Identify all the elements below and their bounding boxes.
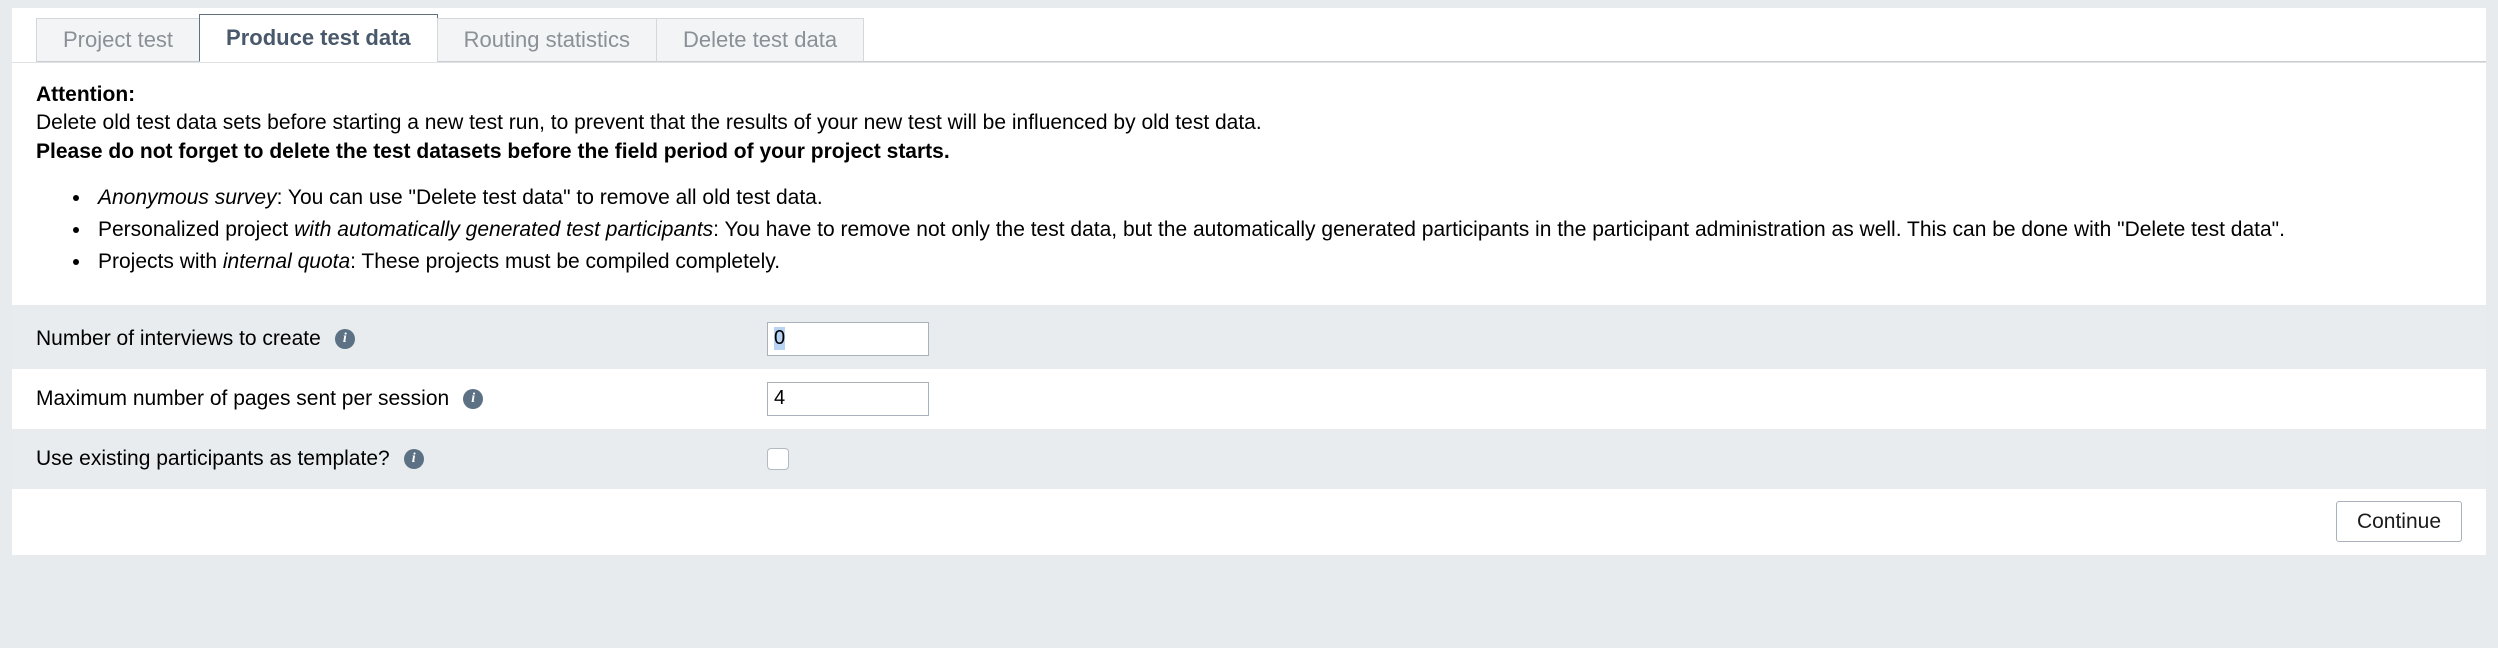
attention-bullet-list: Anonymous survey: You can use "Delete te… (36, 183, 2462, 276)
tab-produce-test-data[interactable]: Produce test data (199, 14, 438, 62)
attention-bullet-3: Projects with internal quota: These proj… (92, 247, 2462, 277)
label-use-existing-participants: Use existing participants as template? (36, 446, 390, 470)
form-row-control (767, 381, 929, 416)
form-row-label-wrapper: Number of interviews to create i (12, 327, 767, 351)
tabstrip-container: Project test Produce test data Routing s… (12, 8, 2486, 62)
info-icon[interactable]: i (334, 328, 355, 349)
tabstrip: Project test Produce test data Routing s… (12, 8, 2486, 62)
form-row-label-wrapper: Maximum number of pages sent per session… (12, 387, 767, 411)
form-row-control (767, 447, 789, 470)
label-max-pages-per-session: Maximum number of pages sent per session (36, 386, 450, 410)
use-existing-participants-checkbox[interactable] (767, 447, 789, 470)
label-number-of-interviews: Number of interviews to create (36, 326, 321, 350)
attention-bullet-2: Personalized project with automatically … (92, 215, 2462, 245)
footer-bar: Continue (12, 488, 2486, 555)
form-row-max-pages-per-session: Maximum number of pages sent per session… (12, 368, 2486, 429)
attention-heading: Attention: (36, 83, 136, 106)
tab-project-test[interactable]: Project test (36, 18, 201, 62)
info-icon[interactable]: i (403, 448, 424, 469)
form-row-label-wrapper: Use existing participants as template? i (12, 447, 767, 471)
max-pages-per-session-input[interactable] (767, 381, 929, 416)
tab-delete-test-data[interactable]: Delete test data (655, 18, 865, 62)
info-icon[interactable]: i (463, 388, 484, 409)
form-section: Number of interviews to create i Maximum… (12, 308, 2486, 489)
tab-routing-statistics[interactable]: Routing statistics (436, 18, 657, 62)
attention-line-2: Please do not forget to delete the test … (36, 140, 950, 164)
continue-button[interactable]: Continue (2335, 501, 2462, 543)
attention-bullet-1: Anonymous survey: You can use "Delete te… (92, 183, 2462, 213)
page-root: Project test Produce test data Routing s… (0, 0, 2498, 648)
form-row-use-existing-participants: Use existing participants as template? i (12, 428, 2486, 489)
form-row-control (767, 321, 929, 356)
attention-panel: Attention: Delete old test data sets bef… (12, 62, 2486, 305)
number-of-interviews-input[interactable] (767, 321, 929, 356)
attention-line-1: Delete old test data sets before startin… (36, 111, 1262, 135)
form-row-number-of-interviews: Number of interviews to create i (12, 308, 2486, 369)
